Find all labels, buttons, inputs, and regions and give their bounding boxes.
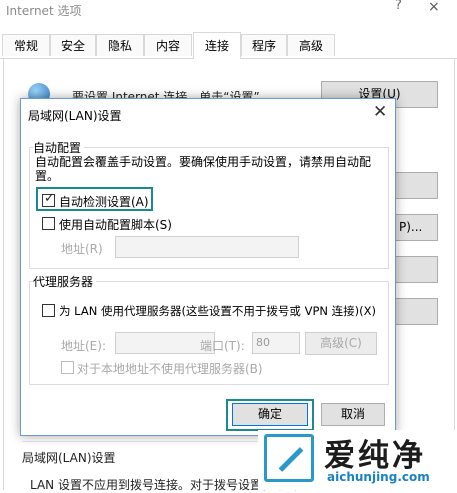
tab-programs[interactable]: 程序: [241, 34, 287, 56]
check-icon: ✓: [44, 191, 55, 206]
lan-settings-dialog: 局域网(LAN)设置 ✕ 自动配置 自动配置会覆盖手动设置。要确保使用手动设置，…: [20, 98, 396, 436]
tab-bar: 常规 安全 隐私 内容 连接 程序 高级: [0, 32, 457, 59]
lan-section-label: 局域网(LAN)设置: [22, 451, 116, 465]
use-proxy-checkbox[interactable]: [42, 304, 55, 317]
script-address-field[interactable]: [115, 236, 299, 258]
watermark-logo: [264, 434, 314, 482]
close-icon[interactable]: ×: [428, 0, 440, 15]
proxy-group-label: 代理服务器: [33, 273, 97, 290]
auto-config-description: 自动配置会覆盖手动设置。要确保使用手动设置，请禁用自动配置。: [35, 155, 372, 183]
tab-advanced[interactable]: 高级: [287, 34, 335, 56]
tab-security[interactable]: 安全: [50, 34, 96, 56]
add-button[interactable]: [392, 172, 438, 199]
tab-privacy[interactable]: 隐私: [96, 34, 144, 56]
use-script-label[interactable]: 使用自动配置脚本(S): [59, 216, 172, 233]
auto-detect-checkbox[interactable]: ✓: [42, 191, 55, 207]
tab-connections[interactable]: 连接: [193, 32, 241, 59]
remove-button[interactable]: [392, 256, 438, 283]
bypass-local-checkbox[interactable]: [61, 361, 74, 374]
watermark-url: aichunjing.com: [327, 470, 430, 484]
close-icon[interactable]: ✕: [373, 102, 387, 122]
use-script-checkbox[interactable]: [42, 217, 55, 230]
dialog-title: 局域网(LAN)设置: [28, 109, 122, 123]
tab-general[interactable]: 常规: [2, 34, 50, 56]
watermark-logo-slash: [278, 447, 304, 472]
auto-detect-label[interactable]: 自动检测设置(A): [59, 193, 149, 210]
advanced-button[interactable]: 高级(C): [305, 332, 377, 355]
watermark-text: 爱纯净: [324, 438, 426, 474]
cancel-button[interactable]: 取消: [321, 403, 385, 426]
proxy-settings-button[interactable]: P)...: [392, 214, 438, 241]
auto-config-label: 自动配置: [33, 139, 85, 156]
tab-content[interactable]: 内容: [144, 34, 192, 56]
window-title: Internet 选项: [6, 4, 82, 18]
ok-button[interactable]: 确定: [232, 403, 308, 426]
use-proxy-label[interactable]: 为 LAN 使用代理服务器(这些设置不用于拨号或 VPN 连接)(X): [59, 303, 376, 319]
bypass-local-label[interactable]: 对于本地地址不使用代理服务器(B): [77, 360, 263, 377]
help-icon[interactable]: ?: [395, 0, 402, 13]
port-label: 端口(T):: [200, 339, 245, 353]
proxy-address-label: 地址(E):: [61, 339, 106, 353]
port-field[interactable]: 80: [252, 332, 300, 354]
watermark: 爱纯净 aichunjing.com: [258, 430, 457, 490]
script-address-label: 地址(R): [61, 242, 103, 256]
settings-button[interactable]: [392, 298, 438, 325]
